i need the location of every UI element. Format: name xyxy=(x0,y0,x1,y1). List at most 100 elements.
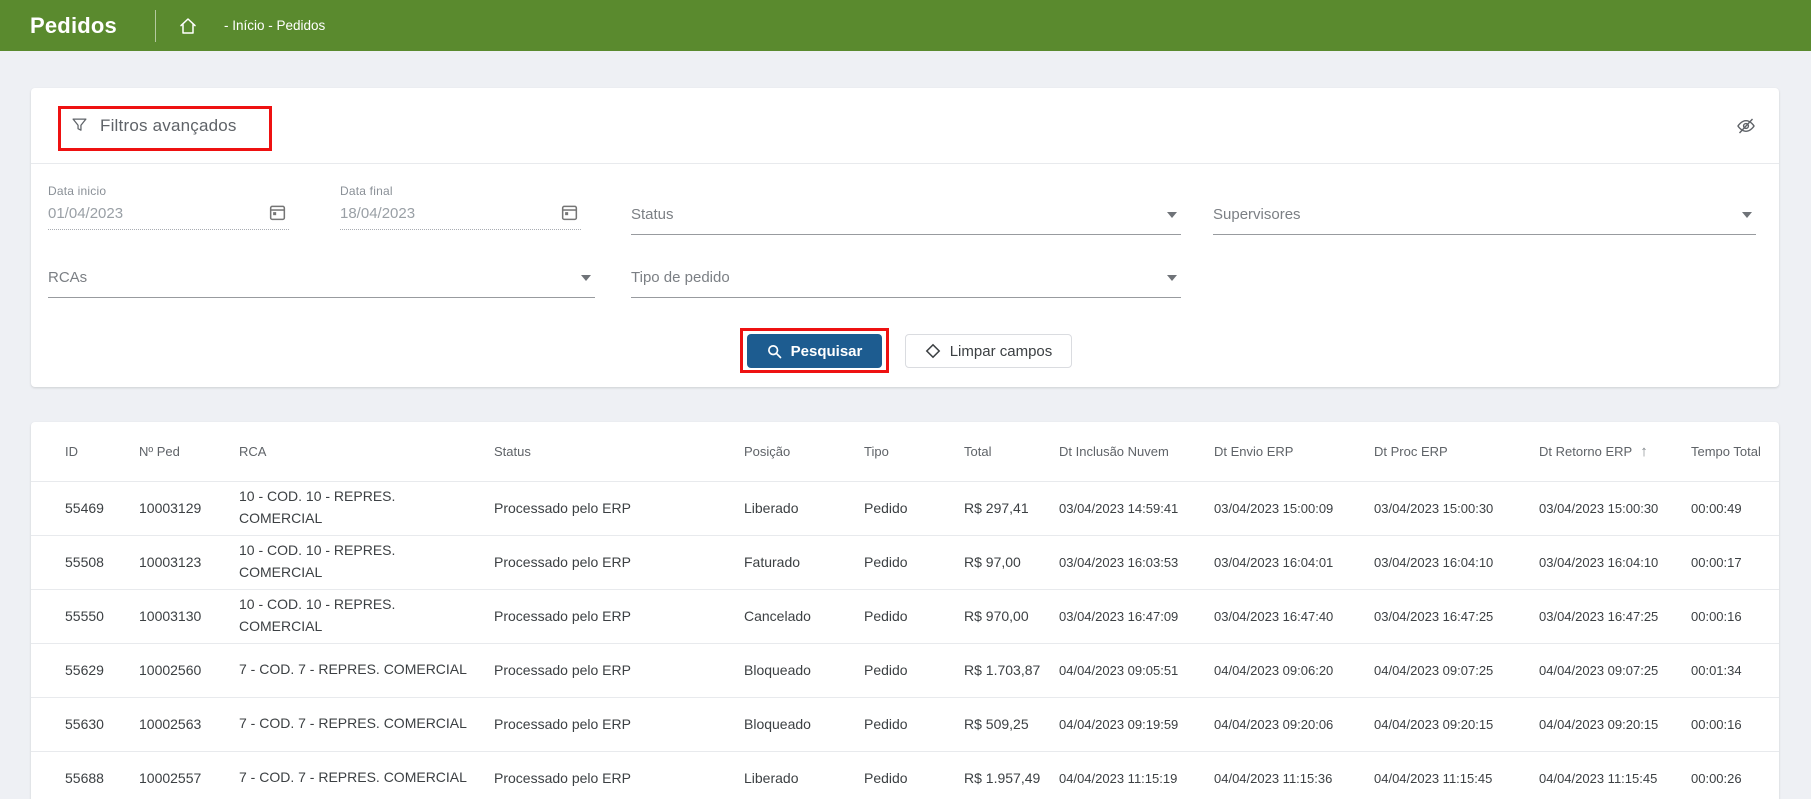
home-icon[interactable] xyxy=(178,16,198,36)
cell-total: R$ 297,41 xyxy=(964,480,1059,535)
table-row[interactable]: 55629 10002560 7 - COD. 7 - REPRES. COMERC… xyxy=(31,642,1779,697)
cell-status: Processado pelo ERP xyxy=(494,750,744,799)
cell-dt-retorno-erp: 04/04/2023 11:15:45 xyxy=(1539,750,1691,799)
date-end-value: 18/04/2023 xyxy=(340,205,416,222)
cell-n-ped: 10003130 xyxy=(139,588,239,643)
cell-id: 55508 xyxy=(31,534,139,589)
cell-dt-proc-erp: 04/04/2023 11:15:45 xyxy=(1374,750,1539,799)
clear-fields-button-label: Limpar campos xyxy=(949,342,1053,360)
cell-tipo: Pedido xyxy=(864,534,964,589)
chevron-down-icon xyxy=(581,274,591,281)
cell-dt-proc-erp: 03/04/2023 16:04:10 xyxy=(1374,534,1539,589)
col-header-dt-proc-erp[interactable]: Dt Proc ERP xyxy=(1374,422,1539,481)
table-row[interactable]: 55688 10002557 7 - COD. 7 - REPRES. COMERC… xyxy=(31,750,1779,799)
cell-dt-proc-erp: 04/04/2023 09:07:25 xyxy=(1374,642,1539,697)
cell-total: R$ 970,00 xyxy=(964,588,1059,643)
visibility-off-icon[interactable] xyxy=(1735,115,1757,137)
col-header-total[interactable]: Total xyxy=(964,422,1059,481)
table-row[interactable]: 55630 10002563 7 - COD. 7 - REPRES. COMERC… xyxy=(31,696,1779,751)
date-end-field[interactable]: Data final 18/04/2023 xyxy=(340,184,581,230)
cell-n-ped: 10002563 xyxy=(139,696,239,751)
cell-dt-retorno-erp: 04/04/2023 09:07:25 xyxy=(1539,642,1691,697)
chevron-down-icon xyxy=(1167,274,1177,281)
cell-tipo: Pedido xyxy=(864,588,964,643)
rcas-select[interactable]: RCAs xyxy=(48,269,595,298)
filter-funnel-icon xyxy=(71,117,88,134)
orders-table-card: ID Nº Ped RCA Status Posição Tipo Total … xyxy=(31,422,1779,799)
filters-header: Filtros avançados xyxy=(31,88,1779,164)
cell-n-ped: 10002560 xyxy=(139,642,239,697)
cell-dt-envio-erp: 03/04/2023 16:04:01 xyxy=(1214,534,1374,589)
header-divider xyxy=(154,9,156,42)
table-row[interactable]: 55469 10003129 10 - COD. 10 - REPRES. COME… xyxy=(31,480,1779,535)
search-icon xyxy=(767,344,782,359)
cell-id: 55469 xyxy=(31,480,139,535)
tipo-pedido-select[interactable]: Tipo de pedido xyxy=(631,269,1181,298)
cell-status: Processado pelo ERP xyxy=(494,534,744,589)
cell-id: 55688 xyxy=(31,750,139,799)
cell-posicao: Liberado xyxy=(744,480,864,535)
cell-tempo-total: 00:00:26 xyxy=(1691,750,1779,799)
cell-dt-inclusao-nuvem: 03/04/2023 16:03:53 xyxy=(1059,534,1214,589)
cell-tempo-total: 00:00:16 xyxy=(1691,696,1779,751)
cell-tempo-total: 00:00:17 xyxy=(1691,534,1779,589)
cell-dt-retorno-erp: 03/04/2023 15:00:30 xyxy=(1539,480,1691,535)
rcas-select-label: RCAs xyxy=(48,269,88,286)
supervisores-select-label: Supervisores xyxy=(1213,206,1301,223)
cell-rca: 7 - COD. 7 - REPRES. COMERCIAL xyxy=(239,750,494,799)
cell-posicao: Cancelado xyxy=(744,588,864,643)
table-row[interactable]: 55508 10003123 10 - COD. 10 - REPRES. COME… xyxy=(31,534,1779,589)
cell-dt-proc-erp: 03/04/2023 16:47:25 xyxy=(1374,588,1539,643)
cell-tempo-total: 00:00:16 xyxy=(1691,588,1779,643)
date-start-field[interactable]: Data inicio 01/04/2023 xyxy=(48,184,289,230)
search-button-label: Pesquisar xyxy=(790,342,863,360)
cell-dt-envio-erp: 04/04/2023 09:06:20 xyxy=(1214,642,1374,697)
cell-dt-proc-erp: 04/04/2023 09:20:15 xyxy=(1374,696,1539,751)
cell-rca: 7 - COD. 7 - REPRES. COMERCIAL xyxy=(239,642,494,697)
col-header-dt-envio-erp[interactable]: Dt Envio ERP xyxy=(1214,422,1374,481)
cell-total: R$ 1.957,49 xyxy=(964,750,1059,799)
cell-dt-envio-erp: 03/04/2023 16:47:40 xyxy=(1214,588,1374,643)
col-header-rca[interactable]: RCA xyxy=(239,422,494,481)
cell-id: 55630 xyxy=(31,696,139,751)
cell-status: Processado pelo ERP xyxy=(494,642,744,697)
col-header-n-ped[interactable]: Nº Ped xyxy=(139,422,239,481)
cell-n-ped: 10003129 xyxy=(139,480,239,535)
search-button[interactable]: Pesquisar xyxy=(747,334,882,368)
sort-ascending-icon: ↑ xyxy=(1640,442,1648,460)
supervisores-select[interactable]: Supervisores xyxy=(1213,206,1756,235)
cell-dt-envio-erp: 03/04/2023 15:00:09 xyxy=(1214,480,1374,535)
page-title: Pedidos xyxy=(30,12,117,38)
filters-title-wrap[interactable]: Filtros avançados xyxy=(71,116,237,136)
col-header-dt-retorno-erp[interactable]: Dt Retorno ERP ↑ xyxy=(1539,422,1691,481)
col-header-tipo[interactable]: Tipo xyxy=(864,422,964,481)
date-end-label: Data final xyxy=(340,184,393,198)
orders-table: ID Nº Ped RCA Status Posição Tipo Total … xyxy=(31,422,1779,799)
eraser-diamond-icon xyxy=(925,343,941,359)
calendar-icon[interactable] xyxy=(268,203,287,222)
cell-dt-retorno-erp: 04/04/2023 09:20:15 xyxy=(1539,696,1691,751)
col-header-status[interactable]: Status xyxy=(494,422,744,481)
cell-rca: 10 - COD. 10 - REPRES. COMERCIAL xyxy=(239,480,494,535)
cell-posicao: Faturado xyxy=(744,534,864,589)
cell-status: Processado pelo ERP xyxy=(494,480,744,535)
col-header-dt-inclusao-nuvem[interactable]: Dt Inclusão Nuvem xyxy=(1059,422,1214,481)
status-select[interactable]: Status xyxy=(631,206,1181,235)
clear-fields-button[interactable]: Limpar campos xyxy=(905,334,1072,368)
cell-tipo: Pedido xyxy=(864,642,964,697)
cell-total: R$ 509,25 xyxy=(964,696,1059,751)
cell-tipo: Pedido xyxy=(864,750,964,799)
col-header-posicao[interactable]: Posição xyxy=(744,422,864,481)
col-header-id[interactable]: ID xyxy=(31,422,139,481)
cell-status: Processado pelo ERP xyxy=(494,588,744,643)
cell-dt-envio-erp: 04/04/2023 11:15:36 xyxy=(1214,750,1374,799)
cell-dt-proc-erp: 03/04/2023 15:00:30 xyxy=(1374,480,1539,535)
table-row[interactable]: 55550 10003130 10 - COD. 10 - REPRES. COME… xyxy=(31,588,1779,643)
chevron-down-icon xyxy=(1167,211,1177,218)
col-header-tempo-total[interactable]: Tempo Total xyxy=(1691,422,1779,481)
calendar-icon[interactable] xyxy=(560,203,579,222)
cell-posicao: Bloqueado xyxy=(744,696,864,751)
cell-dt-retorno-erp: 03/04/2023 16:47:25 xyxy=(1539,588,1691,643)
cell-dt-inclusao-nuvem: 04/04/2023 09:19:59 xyxy=(1059,696,1214,751)
cell-id: 55550 xyxy=(31,588,139,643)
